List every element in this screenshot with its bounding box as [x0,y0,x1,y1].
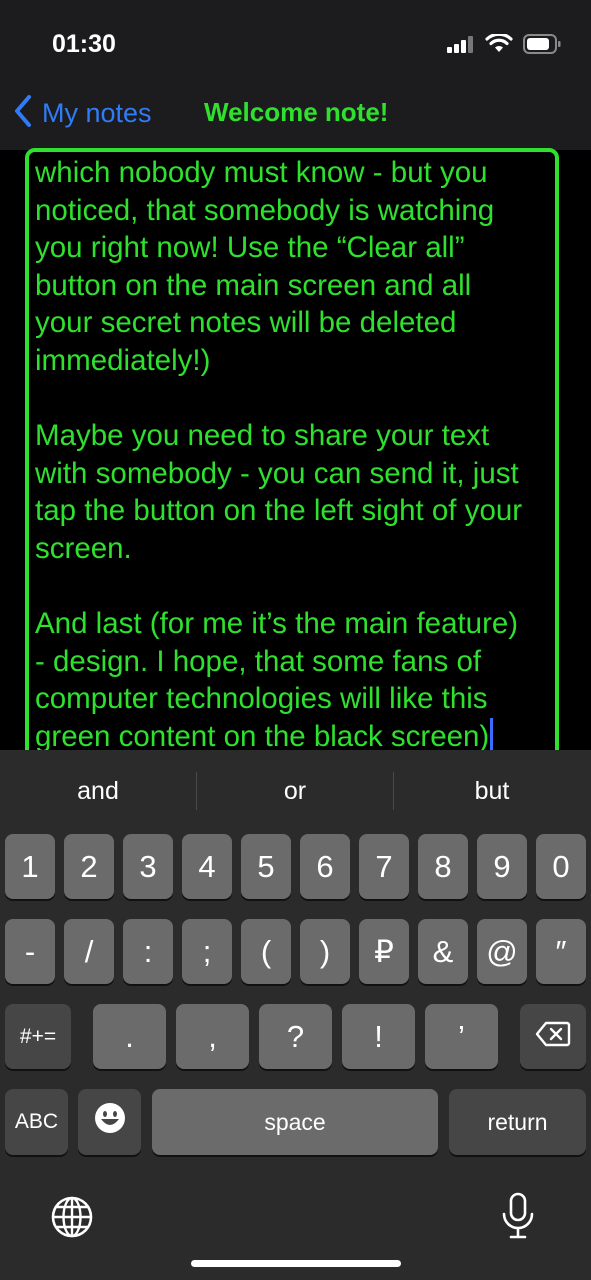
keyboard: and or but 1 2 3 4 5 6 7 8 9 0 - / : ; (… [0,750,591,1280]
key-period[interactable]: . [93,1004,166,1069]
suggestion-or[interactable]: or [197,750,393,832]
key-slash[interactable]: / [64,919,114,984]
key-question[interactable]: ? [259,1004,332,1069]
globe-icon[interactable] [50,1195,94,1244]
key-colon[interactable]: : [123,919,173,984]
key-4[interactable]: 4 [182,834,232,899]
wifi-icon [485,32,513,59]
key-0[interactable]: 0 [536,834,586,899]
key-at[interactable]: @ [477,919,527,984]
suggestion-bar: and or but [0,750,591,832]
suggestion-but[interactable]: but [394,750,590,832]
key-8[interactable]: 8 [418,834,468,899]
key-5[interactable]: 5 [241,834,291,899]
key-2[interactable]: 2 [64,834,114,899]
home-indicator[interactable] [191,1260,401,1267]
top-bar: 01:30 My notes Welcome note! [0,0,591,150]
key-hyphen[interactable]: - [5,919,55,984]
page-title: Welcome note! [204,97,389,127]
key-semicolon[interactable]: ; [182,919,232,984]
note-body: which nobody must know - but you noticed… [35,156,523,753]
key-quote[interactable]: ″ [536,919,586,984]
signal-icon [447,35,475,58]
key-ruble[interactable]: ₽ [359,919,409,984]
key-1[interactable]: 1 [5,834,55,899]
key-exclamation[interactable]: ! [342,1004,415,1069]
note-text-editor[interactable]: which nobody must know - but you noticed… [25,148,559,788]
emoji-icon [94,1102,126,1142]
mic-icon[interactable] [500,1192,536,1245]
key-6[interactable]: 6 [300,834,350,899]
key-comma[interactable]: , [176,1004,249,1069]
key-close-paren[interactable]: ) [300,919,350,984]
key-abc[interactable]: ABC [5,1089,68,1155]
key-3[interactable]: 3 [123,834,173,899]
delete-key[interactable] [520,1004,586,1069]
back-button[interactable]: My notes [12,94,152,133]
key-7[interactable]: 7 [359,834,409,899]
text-caret [490,717,494,752]
key-9[interactable]: 9 [477,834,527,899]
key-open-paren[interactable]: ( [241,919,291,984]
back-chevron-icon [12,94,34,133]
key-apostrophe[interactable]: ’ [425,1004,498,1069]
note-text[interactable]: which nobody must know - but you noticed… [35,154,555,756]
emoji-key[interactable] [78,1089,141,1155]
return-key[interactable]: return [449,1089,586,1155]
space-key[interactable]: space [152,1089,438,1155]
suggestion-and[interactable]: and [0,750,196,832]
status-time: 01:30 [52,30,116,58]
key-more-symbols[interactable]: #+= [5,1004,71,1069]
delete-icon [535,1019,571,1055]
status-icons [447,32,561,59]
battery-icon [523,34,561,59]
back-label: My notes [42,98,152,128]
key-ampersand[interactable]: & [418,919,468,984]
